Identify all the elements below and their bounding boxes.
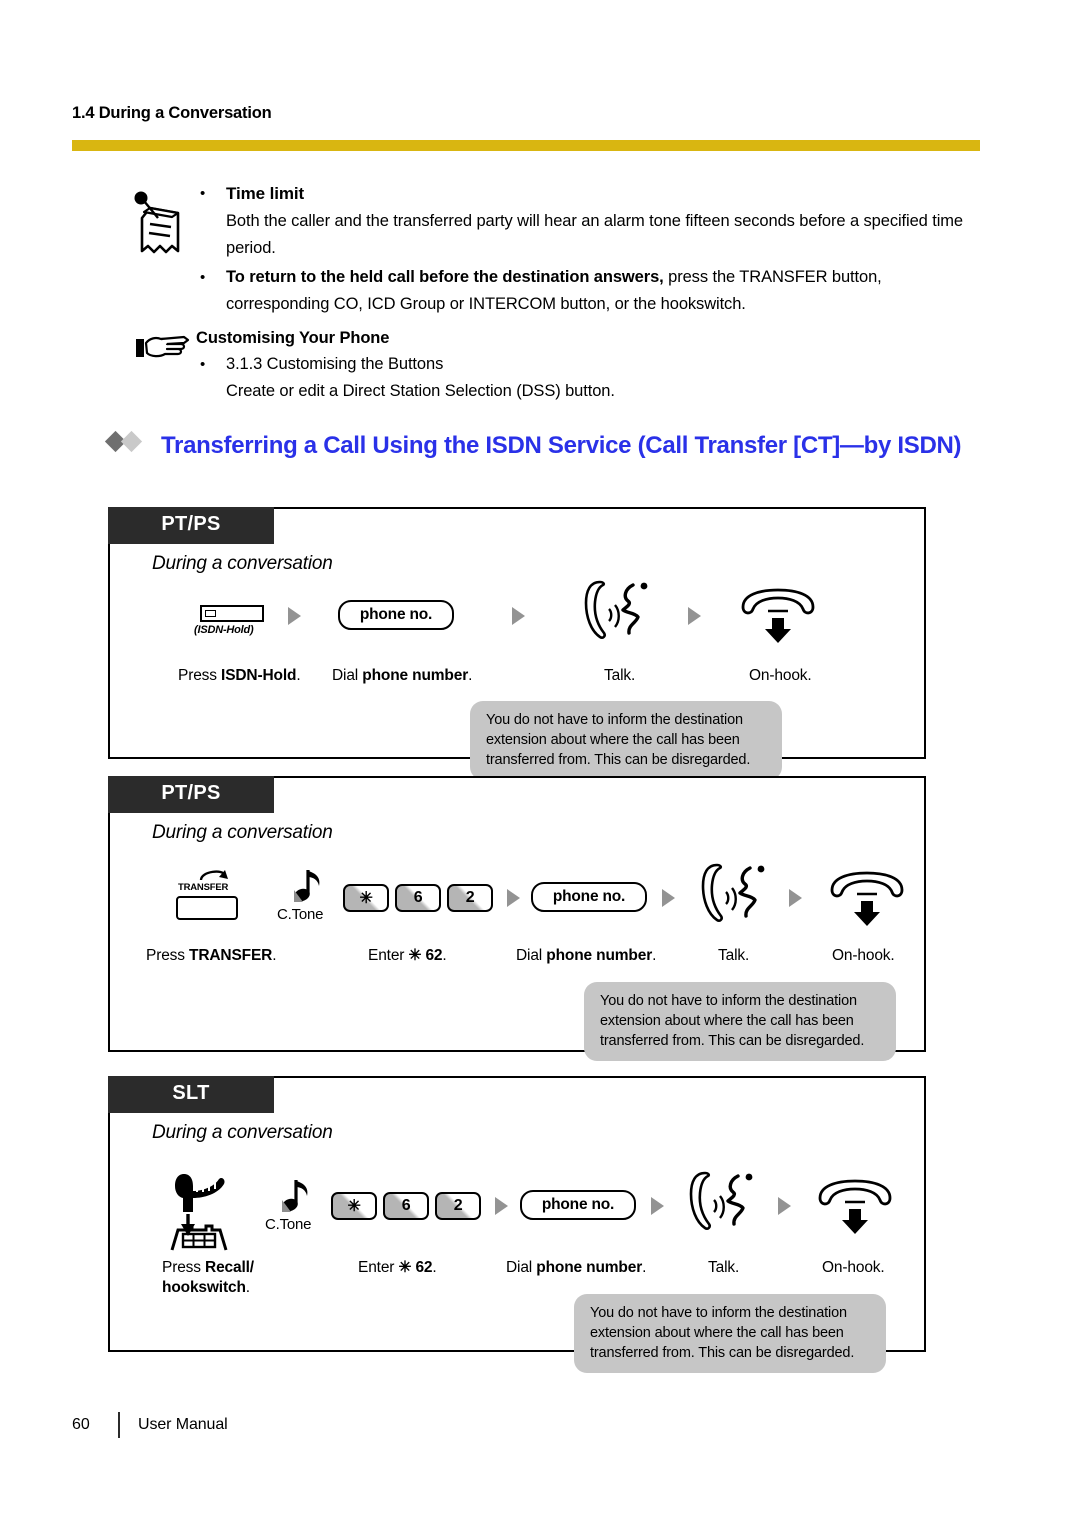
recall-hookswitch-icon — [166, 1170, 252, 1257]
flow-arrow-icon — [512, 607, 525, 625]
confirmation-tone-icon — [280, 1178, 314, 1221]
procedure-box-tab: PT/PS — [108, 776, 274, 813]
step-label-talk: Talk. — [718, 947, 750, 964]
page-header: 1.4 During a Conversation — [72, 104, 984, 124]
keypad-key-star[interactable]: ✳ — [343, 884, 389, 912]
step-label-talk: Talk. — [604, 667, 636, 684]
customising-item: • 3.1.3 Customising the Buttons Create o… — [196, 351, 988, 405]
procedure-box-tab: PT/PS — [108, 507, 274, 544]
procedure-box-subtitle: During a conversation — [152, 822, 333, 843]
isdn-hold-key-icon[interactable] — [200, 605, 264, 622]
procedure-box-slt: SLT During a conversation Press Recall/ … — [108, 1076, 926, 1373]
step-label-press-recall-hookswitch: Press Recall/ hookswitch. — [162, 1259, 254, 1296]
step-label-on-hook: On-hook. — [832, 947, 895, 964]
transfer-key-caption: TRANSFER — [178, 882, 229, 893]
step-label-dial-phone-number: Dial phone number. — [332, 667, 473, 684]
step-label-dial-phone-number: Dial phone number. — [506, 1259, 647, 1276]
phone-no-pill[interactable]: phone no. — [338, 600, 454, 630]
keypad-key-6[interactable]: 6 — [395, 884, 441, 912]
note-block: • Time limit Both the caller and the tra… — [128, 180, 988, 320]
note-item-time-limit: • Time limit Both the caller and the tra… — [196, 180, 988, 262]
step-label-dial-phone-number: Dial phone number. — [516, 947, 657, 964]
bullet-icon: • — [200, 356, 206, 373]
footer-label: User Manual — [138, 1416, 228, 1433]
flow-arrow-icon — [507, 889, 520, 907]
step-label-on-hook: On-hook. — [749, 667, 812, 684]
keypad-key-2[interactable]: 2 — [447, 884, 493, 912]
keypad-key-star[interactable]: ✳ — [331, 1192, 377, 1220]
customising-title: Customising Your Phone — [196, 329, 390, 347]
confirmation-tone-icon — [292, 868, 326, 911]
flow-arrow-icon — [778, 1197, 791, 1215]
note-item-title: Time limit — [226, 184, 305, 203]
flow-arrow-icon — [495, 1197, 508, 1215]
on-hook-icon — [735, 587, 821, 650]
flow-arrow-icon — [789, 889, 802, 907]
talk-handset-icon — [688, 1170, 760, 1237]
step-label-press-transfer: Press TRANSFER. — [146, 947, 277, 964]
page-title: Transferring a Call Using the ISDN Servi… — [104, 430, 998, 461]
flow-arrow-icon — [651, 1197, 664, 1215]
step-label-enter-star62: Enter ✳ 62. — [358, 1259, 437, 1276]
procedure-box-tab: SLT — [108, 1076, 274, 1113]
procedure-box-subtitle: During a conversation — [152, 553, 333, 574]
step-label-on-hook: On-hook. — [822, 1259, 885, 1276]
flow-arrow-icon — [662, 889, 675, 907]
note-item-bold-lead: To return to the held call before the de… — [226, 268, 664, 286]
note-item-return-held-call: • To return to the held call before the … — [196, 264, 988, 318]
procedure-box-ptps-transfer: PT/PS During a conversation TRANSFER Pre… — [108, 776, 926, 1061]
flow-arrow-icon — [288, 607, 301, 625]
confirmation-tone-caption: C.Tone — [265, 1216, 312, 1233]
customising-block: Customising Your Phone • 3.1.3 Customisi… — [128, 326, 988, 407]
procedure-box-subtitle: During a conversation — [152, 1122, 333, 1143]
page-title-text: Transferring a Call Using the ISDN Servi… — [161, 432, 962, 459]
note-item-body: Both the caller and the transferred part… — [226, 212, 963, 257]
keypad-key-2[interactable]: 2 — [435, 1192, 481, 1220]
bullet-icon: • — [200, 185, 206, 202]
isdn-hold-key-caption: (ISDN-Hold) — [194, 624, 254, 636]
page-number: 60 — [72, 1416, 90, 1433]
procedure-box-ptps-isdnhold: PT/PS During a conversation (ISDN-Hold) … — [108, 507, 926, 780]
info-bubble: You do not have to inform the destinatio… — [470, 701, 782, 780]
talk-handset-icon — [583, 579, 655, 646]
info-bubble: You do not have to inform the destinatio… — [584, 982, 896, 1061]
header-rule — [72, 140, 980, 151]
diamond-bullet-icon — [104, 430, 152, 453]
keypad-key-6[interactable]: 6 — [383, 1192, 429, 1220]
step-label-enter-star62: Enter ✳ 62. — [368, 947, 447, 964]
page-footer: 60 User Manual — [72, 1412, 228, 1438]
phone-no-pill[interactable]: phone no. — [520, 1190, 636, 1220]
step-label-press-isdn-hold: Press ISDN-Hold. — [178, 667, 301, 684]
on-hook-icon — [812, 1178, 898, 1241]
info-bubble: You do not have to inform the destinatio… — [574, 1294, 886, 1373]
transfer-key-icon[interactable] — [176, 896, 238, 920]
section-title: 1.4 During a Conversation — [72, 104, 272, 122]
confirmation-tone-caption: C.Tone — [277, 906, 324, 923]
flow-arrow-icon — [688, 607, 701, 625]
customising-item-link[interactable]: 3.1.3 Customising the Buttons — [226, 355, 443, 373]
talk-handset-icon — [700, 862, 772, 929]
step-label-talk: Talk. — [708, 1259, 740, 1276]
footer-divider — [118, 1412, 120, 1438]
customising-item-desc: Create or edit a Direct Station Selectio… — [226, 382, 615, 400]
note-body: • Time limit Both the caller and the tra… — [196, 180, 988, 318]
pinned-note-icon — [128, 188, 190, 256]
phone-no-pill[interactable]: phone no. — [531, 882, 647, 912]
on-hook-icon — [824, 870, 910, 933]
bullet-icon: • — [200, 269, 206, 286]
pointing-hand-icon — [134, 330, 190, 362]
